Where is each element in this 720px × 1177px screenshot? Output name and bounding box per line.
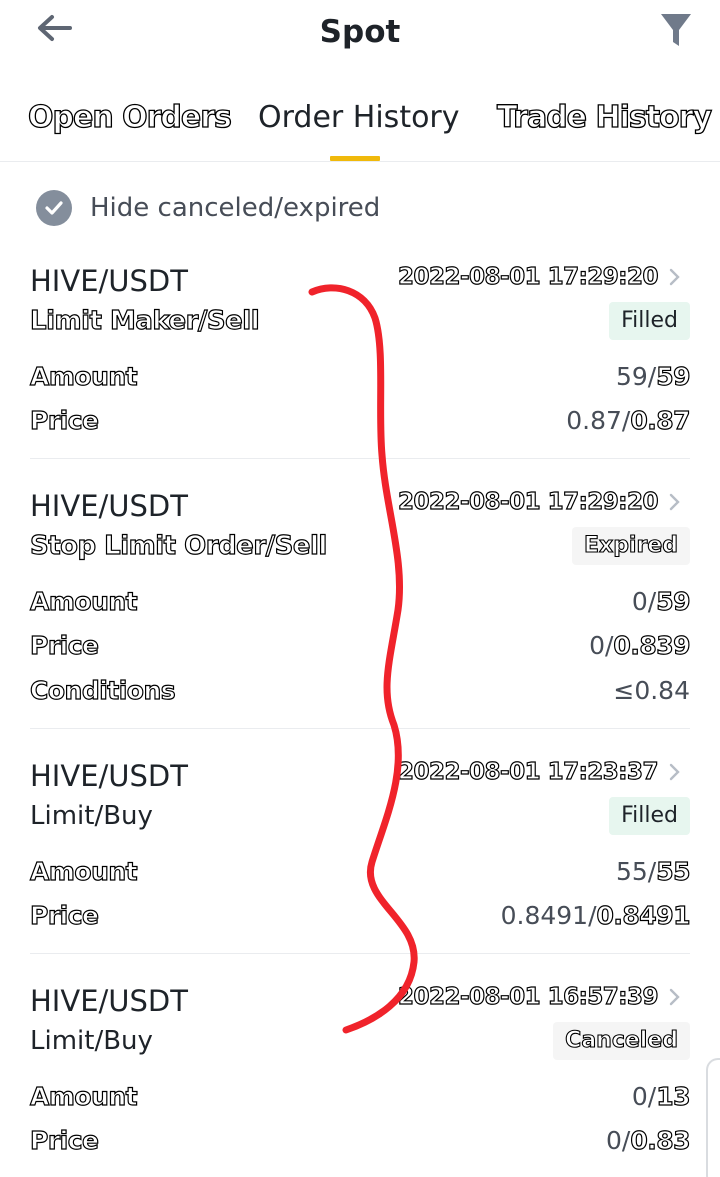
- order-pair: HIVE/USDT: [30, 759, 188, 793]
- tab-open-orders[interactable]: Open Orders: [27, 99, 232, 135]
- hide-canceled-toggle[interactable]: Hide canceled/expired: [36, 188, 380, 228]
- order-datetime: 2022-08-01 17:29:20: [397, 263, 659, 290]
- chevron-right-icon[interactable]: [668, 986, 682, 1008]
- check-circle-icon: [36, 190, 72, 226]
- amount-value: 55/55: [615, 856, 691, 886]
- amount-row: Amount 59/59: [29, 361, 691, 396]
- order-datetime: 2022-08-01 17:23:37: [397, 758, 659, 785]
- filter-button[interactable]: [656, 10, 696, 50]
- status-badge: Filled: [609, 302, 690, 340]
- conditions-row: Conditions ≤0.84: [29, 675, 690, 710]
- order-pair: HIVE/USDT: [30, 984, 188, 1018]
- amount-value: 59/59: [615, 361, 691, 391]
- order-pair: HIVE/USDT: [30, 489, 188, 523]
- amount-label: Amount: [29, 1081, 138, 1111]
- price-label: Price: [29, 1125, 99, 1155]
- top-bar: Spot: [0, 0, 720, 70]
- filter-funnel-icon: [661, 14, 691, 46]
- amount-label: Amount: [29, 361, 138, 391]
- active-tab-indicator: [330, 156, 380, 161]
- hide-canceled-label: Hide canceled/expired: [90, 193, 381, 223]
- order-item[interactable]: HIVE/USDT 2022-08-01 17:23:37 Limit/Buy …: [29, 758, 691, 954]
- order-type: Stop Limit Order/Sell: [29, 530, 328, 561]
- price-label: Price: [29, 630, 99, 660]
- amount-row: Amount 0/13: [29, 1081, 691, 1116]
- status-badge: Filled: [609, 797, 690, 835]
- price-row: Price 0/0.839: [29, 630, 691, 665]
- conditions-value: ≤0.84: [613, 676, 690, 705]
- order-type: Limit Maker/Sell: [29, 305, 260, 336]
- status-badge: Expired: [571, 527, 690, 565]
- chevron-right-icon[interactable]: [668, 491, 682, 513]
- price-value: 0.8491/0.8491: [500, 900, 691, 930]
- amount-value: 0/59: [631, 586, 691, 616]
- price-label: Price: [29, 405, 99, 435]
- tab-trade-history[interactable]: Trade History: [496, 99, 712, 135]
- tab-order-history[interactable]: Order History: [258, 100, 460, 135]
- price-value: 0/0.83: [605, 1125, 691, 1155]
- order-type: Limit/Buy: [30, 1026, 153, 1056]
- page-title: Spot: [319, 14, 401, 50]
- amount-label: Amount: [29, 856, 138, 886]
- price-label: Price: [29, 900, 99, 930]
- status-badge: Canceled: [553, 1022, 690, 1060]
- order-item[interactable]: HIVE/USDT 2022-08-01 16:57:39 Limit/Buy …: [29, 983, 691, 1174]
- amount-row: Amount 55/55: [29, 856, 691, 891]
- order-item[interactable]: HIVE/USDT 2022-08-01 17:29:20 Limit Make…: [29, 263, 691, 459]
- order-type: Limit/Buy: [30, 801, 153, 831]
- price-row: Price 0.87/0.87: [29, 405, 691, 440]
- amount-label: Amount: [29, 586, 138, 616]
- conditions-label: Conditions: [29, 675, 176, 705]
- order-datetime: 2022-08-01 17:29:20: [397, 488, 659, 515]
- chevron-right-icon[interactable]: [668, 266, 682, 288]
- chevron-right-icon[interactable]: [668, 761, 682, 783]
- amount-value: 0/13: [631, 1081, 691, 1111]
- order-pair: HIVE/USDT: [30, 264, 188, 298]
- order-item[interactable]: HIVE/USDT 2022-08-01 17:29:20 Stop Limit…: [29, 488, 691, 729]
- side-edge-handle[interactable]: [706, 1058, 720, 1177]
- amount-row: Amount 0/59: [29, 586, 691, 621]
- price-row: Price 0/0.83: [29, 1125, 691, 1160]
- price-value: 0.87/0.87: [566, 405, 691, 435]
- order-datetime: 2022-08-01 16:57:39: [397, 983, 659, 1010]
- price-row: Price 0.8491/0.8491: [29, 900, 691, 935]
- order-tabs: Open Orders Order History Trade History: [0, 90, 720, 162]
- price-value: 0/0.839: [589, 630, 691, 660]
